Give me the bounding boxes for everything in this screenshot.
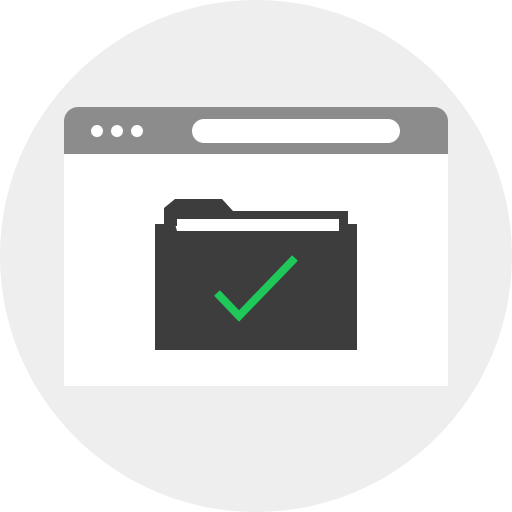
window-control-dot <box>111 125 123 137</box>
title-bar <box>64 107 448 154</box>
content-area <box>64 154 448 386</box>
window-control-dot <box>131 125 143 137</box>
window-control-dot <box>91 125 103 137</box>
folder-paper <box>177 219 339 231</box>
folder-icon <box>155 199 357 350</box>
address-bar <box>192 119 400 143</box>
illustration <box>0 0 512 512</box>
folder-front <box>155 224 357 350</box>
browser-window <box>64 107 448 386</box>
